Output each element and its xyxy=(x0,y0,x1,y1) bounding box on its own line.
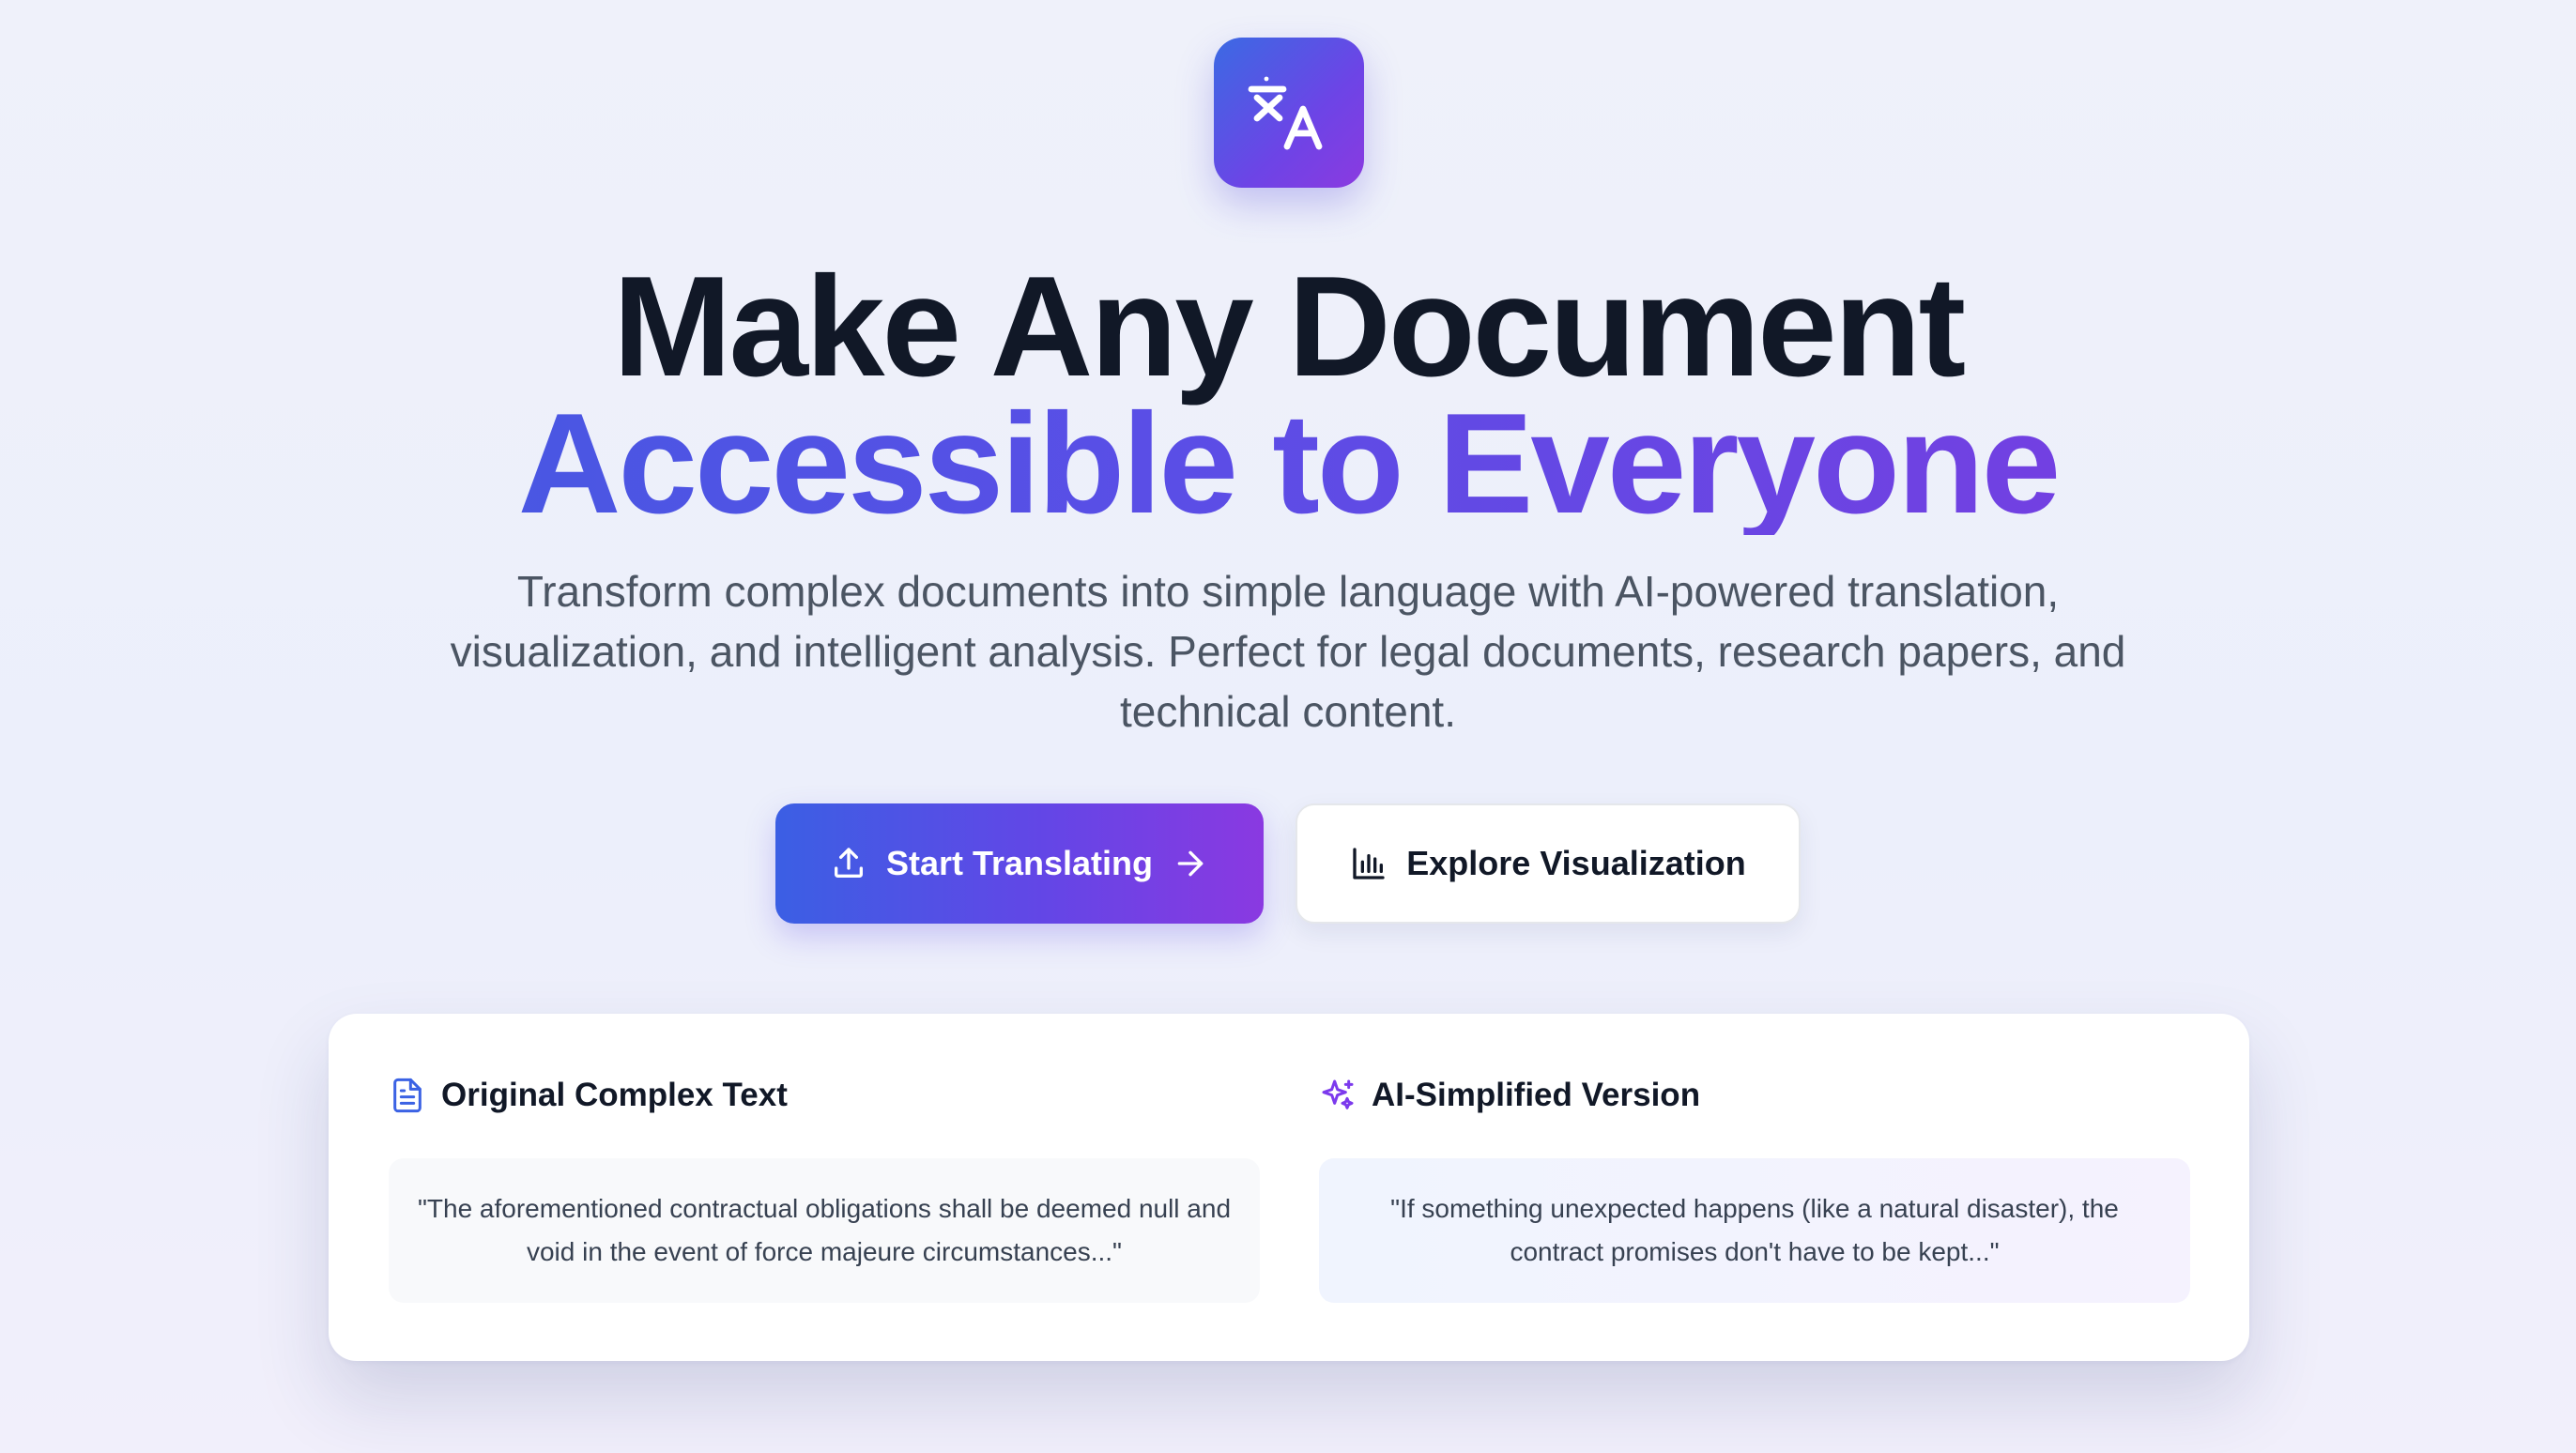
simplified-text-column: AI-Simplified Version "If something unex… xyxy=(1319,1072,2190,1303)
simplified-text-title: AI-Simplified Version xyxy=(1372,1077,1701,1113)
landing-page: Make Any Document Accessible to Everyone… xyxy=(0,0,2576,1453)
start-translating-label: Start Translating xyxy=(885,844,1154,882)
original-text-header: Original Complex Text xyxy=(389,1072,1260,1119)
explore-visualization-button[interactable]: Explore Visualization xyxy=(1296,803,1801,924)
page-title: Make Any Document xyxy=(612,247,1966,406)
hero-subtitle: Transform complex documents into simple … xyxy=(450,567,2126,736)
document-icon xyxy=(389,1077,426,1114)
bar-chart-icon xyxy=(1350,845,1388,882)
original-text-title: Original Complex Text xyxy=(441,1077,788,1113)
arrow-right-icon xyxy=(1172,845,1209,882)
page-title-highlight: Accessible to Everyone xyxy=(0,392,2576,535)
simplified-text-header: AI-Simplified Version xyxy=(1319,1072,2190,1119)
start-translating-button[interactable]: Start Translating xyxy=(775,803,1264,924)
sparkles-icon xyxy=(1319,1077,1357,1114)
simplified-text-quote: "If something unexpected happens (like a… xyxy=(1319,1158,2190,1303)
original-text-column: Original Complex Text "The aforementione… xyxy=(389,1072,1260,1303)
original-text-quote: "The aforementioned contractual obligati… xyxy=(389,1158,1260,1303)
translate-icon xyxy=(1214,38,1364,188)
comparison-card: Original Complex Text "The aforementione… xyxy=(329,1014,2249,1361)
upload-icon xyxy=(830,845,867,882)
explore-visualization-label: Explore Visualization xyxy=(1406,844,1746,882)
